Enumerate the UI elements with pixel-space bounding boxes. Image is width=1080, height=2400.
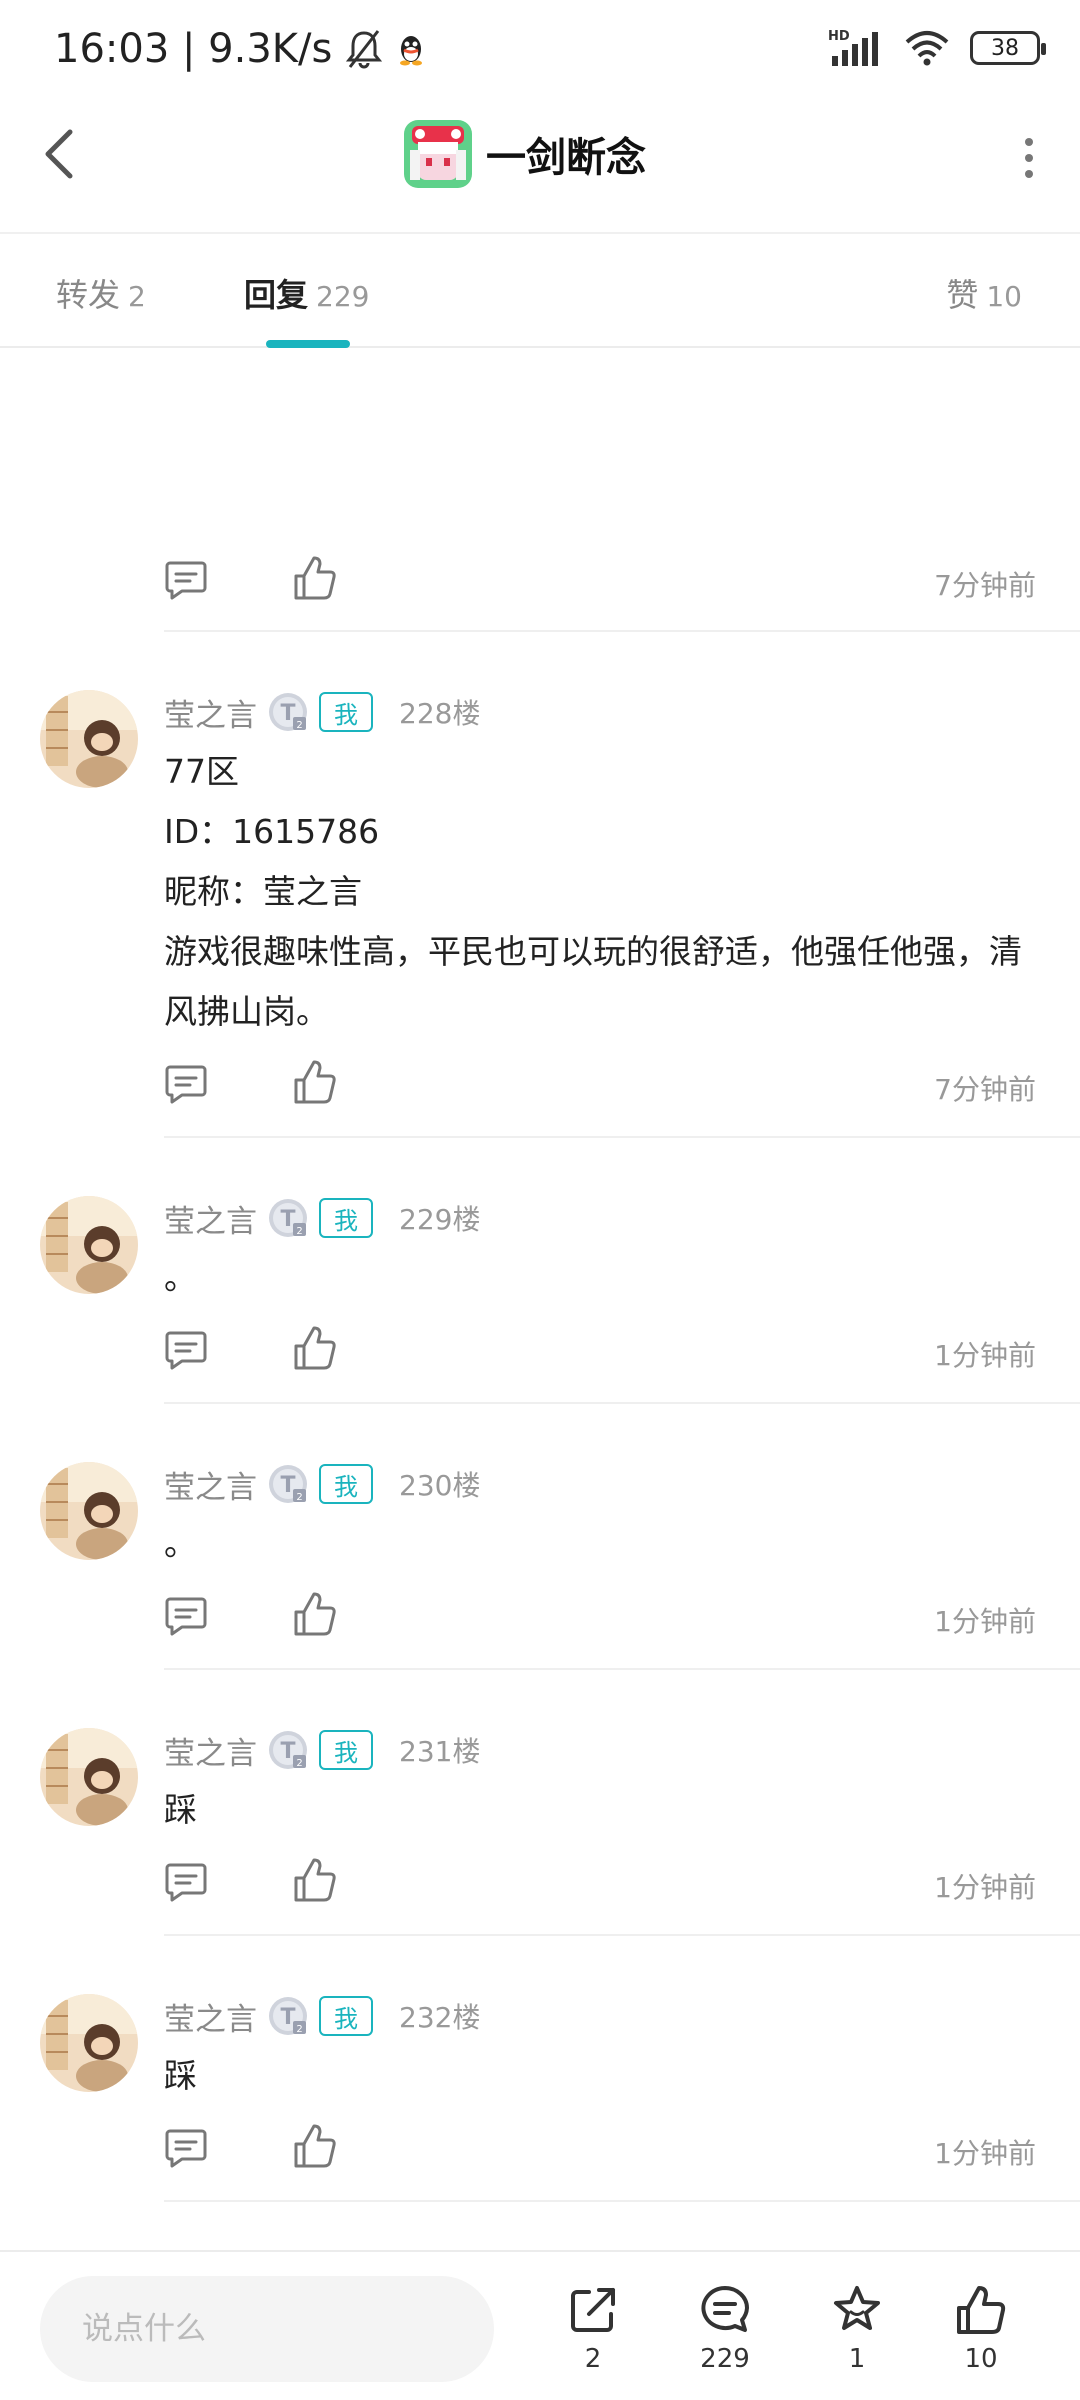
like-count: 10 (964, 2344, 998, 2374)
share-icon (571, 2288, 615, 2332)
top-app-bar: 一剑断念 (0, 100, 1080, 234)
svg-text:HD: HD (828, 29, 850, 44)
comment-body: 踩 (164, 2056, 197, 2095)
divider (164, 2200, 1080, 2202)
comment-button[interactable]: 229 (680, 2282, 770, 2374)
qq-icon (400, 36, 423, 66)
share-button[interactable]: 2 (548, 2282, 638, 2374)
more-dot-icon (1025, 170, 1033, 178)
wifi-icon (905, 31, 949, 66)
comment-time: 1分钟前 (934, 2137, 1036, 2170)
like-icon[interactable] (292, 1324, 338, 1372)
user-avatar[interactable] (40, 690, 138, 788)
bell-muted-icon (346, 30, 383, 69)
user-avatar[interactable] (40, 1994, 138, 2092)
comment-bubble-icon (701, 2286, 749, 2332)
divider (164, 630, 1080, 632)
level-badge-icon (267, 1995, 309, 2037)
like-icon[interactable] (292, 1590, 338, 1638)
me-badge: 我 (319, 1996, 373, 2036)
tab-bar: 转发 2 回复 229 赞 10 (0, 236, 1080, 348)
comment-actions-227: 7分钟前 (164, 540, 1060, 620)
reply-icon[interactable] (164, 1860, 208, 1904)
favorite-count: 1 (848, 2344, 866, 2374)
user-name[interactable]: 莹之言 (164, 1196, 257, 1241)
reply-icon[interactable] (164, 1328, 208, 1372)
user-avatar[interactable] (40, 1462, 138, 1560)
like-icon[interactable] (292, 1856, 338, 1904)
page-title: 一剑断念 (486, 135, 646, 181)
bottom-action-bar: 说点什么 2 229 1 10 (0, 2250, 1080, 2400)
me-badge: 我 (319, 1464, 373, 1504)
like-icon[interactable] (292, 1058, 338, 1106)
title-group[interactable]: 一剑断念 (404, 118, 646, 190)
comment-time: 1分钟前 (934, 1871, 1036, 1904)
floor-number: 228楼 (399, 697, 481, 730)
user-avatar[interactable] (40, 1196, 138, 1294)
tab-likes[interactable]: 赞 10 (946, 270, 1022, 316)
user-name[interactable]: 莹之言 (164, 1728, 257, 1773)
reply-icon[interactable] (164, 1594, 208, 1638)
thumbs-up-icon (957, 2286, 1006, 2334)
like-button[interactable]: 10 (936, 2282, 1026, 2374)
back-button[interactable] (36, 124, 86, 184)
level-badge-icon (267, 1729, 309, 1771)
more-dot-icon (1025, 138, 1033, 146)
star-icon (834, 2286, 880, 2330)
divider (164, 1668, 1080, 1670)
tab-reply[interactable]: 回复 229 (244, 270, 369, 316)
more-dot-icon (1025, 154, 1033, 162)
comment-actions-229: 1分钟前 (164, 1310, 1060, 1390)
floor-number: 232楼 (399, 2001, 481, 2034)
comment-count: 229 (700, 2344, 750, 2374)
comment-actions-228: 7分钟前 (164, 1044, 1060, 1124)
like-icon[interactable] (292, 554, 338, 602)
battery-indicator: 38 (970, 31, 1046, 65)
status-bar: 16:03 | 9.3K/s HD 38 (0, 0, 1080, 100)
divider (164, 1402, 1080, 1404)
reply-icon[interactable] (164, 1062, 208, 1106)
tab-forward[interactable]: 转发 2 (56, 270, 146, 316)
comment-time: 1分钟前 (934, 1339, 1036, 1372)
floor-number: 229楼 (399, 1203, 481, 1236)
user-name[interactable]: 莹之言 (164, 690, 257, 735)
level-badge-icon (267, 1197, 309, 1239)
favorite-button[interactable]: 1 (812, 2282, 902, 2374)
user-name[interactable]: 莹之言 (164, 1462, 257, 1507)
comment-input[interactable]: 说点什么 (40, 2276, 494, 2382)
floor-number: 231楼 (399, 1735, 481, 1768)
user-avatar[interactable] (40, 1728, 138, 1826)
more-options-button[interactable] (1014, 138, 1044, 178)
comment-actions-231: 1分钟前 (164, 1842, 1060, 1922)
me-badge: 我 (319, 692, 373, 732)
tab-indicator (266, 340, 350, 348)
divider (164, 1934, 1080, 1936)
comment-body: 。 (164, 1524, 197, 1563)
like-icon[interactable] (292, 2122, 338, 2170)
divider (164, 1136, 1080, 1138)
reply-icon[interactable] (164, 2126, 208, 2170)
comment-body: 77区 ID：1615786 昵称：莹之言 游戏很趣味性高，平民也可以玩的很舒适… (164, 752, 1022, 1031)
level-badge-icon (267, 691, 309, 733)
floor-number: 230楼 (399, 1469, 481, 1502)
me-badge: 我 (319, 1198, 373, 1238)
comment-body: 。 (164, 1258, 197, 1297)
hd-signal-icon: HD (828, 29, 878, 66)
comment-time: 1分钟前 (934, 1605, 1036, 1638)
share-count: 2 (584, 2344, 602, 2374)
comment-actions-232: 1分钟前 (164, 2108, 1060, 2188)
reply-icon[interactable] (164, 558, 208, 602)
comment-actions-230: 1分钟前 (164, 1576, 1060, 1656)
me-badge: 我 (319, 1730, 373, 1770)
status-time-speed: 16:03 | 9.3K/s (54, 26, 333, 72)
comment-time: 7分钟前 (934, 1073, 1036, 1106)
level-badge-icon (267, 1463, 309, 1505)
comment-body: 踩 (164, 1790, 197, 1829)
comment-time: 7分钟前 (934, 569, 1036, 602)
user-name[interactable]: 莹之言 (164, 1994, 257, 2039)
game-avatar-icon (404, 120, 472, 188)
